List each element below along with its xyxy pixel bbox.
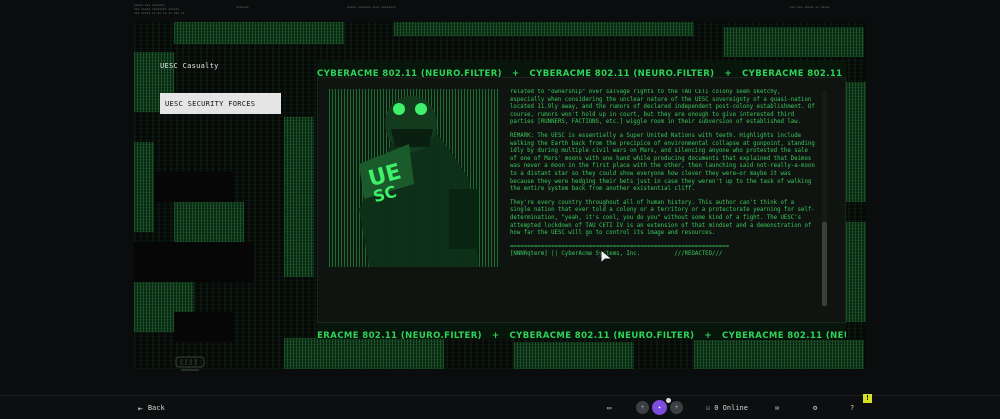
ticker-separator: + xyxy=(511,69,520,77)
hud-meta-left: ▪▪▪▪▪ ▪▪▪ ▪▪▪▪▪▪▪ ▪▪▪ ▪▪▪▪▪ ▪▪▪▪▪▪▪▪ ▪▪▪… xyxy=(134,3,185,15)
bg-block xyxy=(694,340,864,369)
article-paragraph: related to "ownership" over salvage righ… xyxy=(510,89,815,126)
bg-block xyxy=(284,338,444,369)
ticker-bottom: CYBERACME 802.11 (NEURO.FILTER) + CYBERACM… xyxy=(317,323,846,339)
menu-item-uesc-casualty[interactable]: UESC Casualty xyxy=(160,62,219,70)
online-label: 0 Online xyxy=(714,404,748,412)
hud-meta-mid: ▪▪▪▪▪▪▪ xyxy=(236,5,249,9)
bg-block xyxy=(846,222,866,322)
ticker-text: CYBERACME 802.11 (NEURO.FILTER) xyxy=(722,331,846,339)
bg-block xyxy=(394,22,694,36)
bg-block xyxy=(174,22,344,44)
ticker-separator: + xyxy=(704,331,712,339)
logo-mark-icon xyxy=(175,356,205,371)
bg-dark-block xyxy=(134,242,254,282)
help-button[interactable]: ? xyxy=(850,396,854,419)
bottom-bar: ⇤ Back ▭ ⚇ 0 Online ✉ ⚙ ? xyxy=(0,395,1000,419)
trooper-illustration: UE SC xyxy=(329,89,499,267)
article-scrollbar-thumb[interactable] xyxy=(822,222,827,306)
bg-block xyxy=(174,202,244,242)
party-controls: + ✦ + xyxy=(636,398,690,415)
back-icon: ⇤ xyxy=(138,403,143,413)
ticker-text: CYBERACME 802.11 (NEURO.FILTER) xyxy=(317,331,482,339)
mail-icon[interactable]: ✉ xyxy=(775,396,779,419)
hud-meta-right: ▪▪▪ ▪▪▪ ▪▪▪▪▪ ▪▪ ▪▪▪▪▪ xyxy=(790,5,830,9)
party-slot-right-icon[interactable]: + xyxy=(670,400,683,414)
bg-block xyxy=(284,117,314,277)
party-badge xyxy=(666,398,671,403)
ticker-text: CYBERACME 802.11 (NEURO.FILTER) xyxy=(742,69,846,77)
ticker-separator: + xyxy=(724,69,732,77)
party-main-icon[interactable]: ✦ xyxy=(652,399,667,415)
article-footer: [NNNRqterm] || CyberAcme Systems, Inc. /… xyxy=(510,251,723,258)
article-divider: ========================================… xyxy=(510,243,730,250)
ticker-text: CYBERACME 802.11 (NEURO.FILTER) xyxy=(529,69,715,77)
chat-icon[interactable]: ▭ xyxy=(607,396,611,419)
bg-dark-block xyxy=(174,312,234,342)
ticker-separator: + xyxy=(491,331,500,339)
bg-block xyxy=(724,27,864,57)
online-indicator[interactable]: ⚇ 0 Online xyxy=(706,396,748,419)
hud-meta-center: ▪▪▪▪▪ ▪▪▪▪▪▪▪ ▪▪▪▪ ▪▪▪▪▪▪▪▪ xyxy=(347,5,396,9)
menu-item-uesc-security-forces[interactable]: UESC SECURITY FORCES xyxy=(160,93,281,114)
uesc-trooper-image: UE SC xyxy=(329,89,499,267)
bg-dark-block xyxy=(154,172,234,202)
settings-gear-icon[interactable]: ⚙ xyxy=(813,396,817,419)
back-label: Back xyxy=(147,404,165,412)
friends-icon: ⚇ xyxy=(706,404,711,412)
article-paragraph: They're every country throughout all of … xyxy=(510,199,815,237)
back-button[interactable]: ⇤ Back xyxy=(138,396,165,419)
ticker-top: CYBERACME 802.11 (NEURO.FILTER) + CYBERACM… xyxy=(317,61,846,77)
notification-badge[interactable]: ! xyxy=(863,394,872,403)
ticker-text: CYBERACME 802.11 (NEURO.FILTER) xyxy=(317,69,502,77)
ticker-text: CYBERACME 802.11 (NEURO.FILTER) xyxy=(509,331,695,339)
bg-block xyxy=(134,142,154,232)
mouse-cursor-icon xyxy=(600,249,614,265)
party-slot-left-icon[interactable]: + xyxy=(636,400,649,414)
article-paragraph: REMARK: The UESC is essentially a Super … xyxy=(510,132,815,193)
bg-block xyxy=(514,342,634,369)
article-text: related to "ownership" over salvage righ… xyxy=(510,89,818,320)
top-bar: ▪▪▪▪▪ ▪▪▪ ▪▪▪▪▪▪▪ ▪▪▪ ▪▪▪▪▪ ▪▪▪▪▪▪▪▪ ▪▪▪… xyxy=(0,0,1000,22)
